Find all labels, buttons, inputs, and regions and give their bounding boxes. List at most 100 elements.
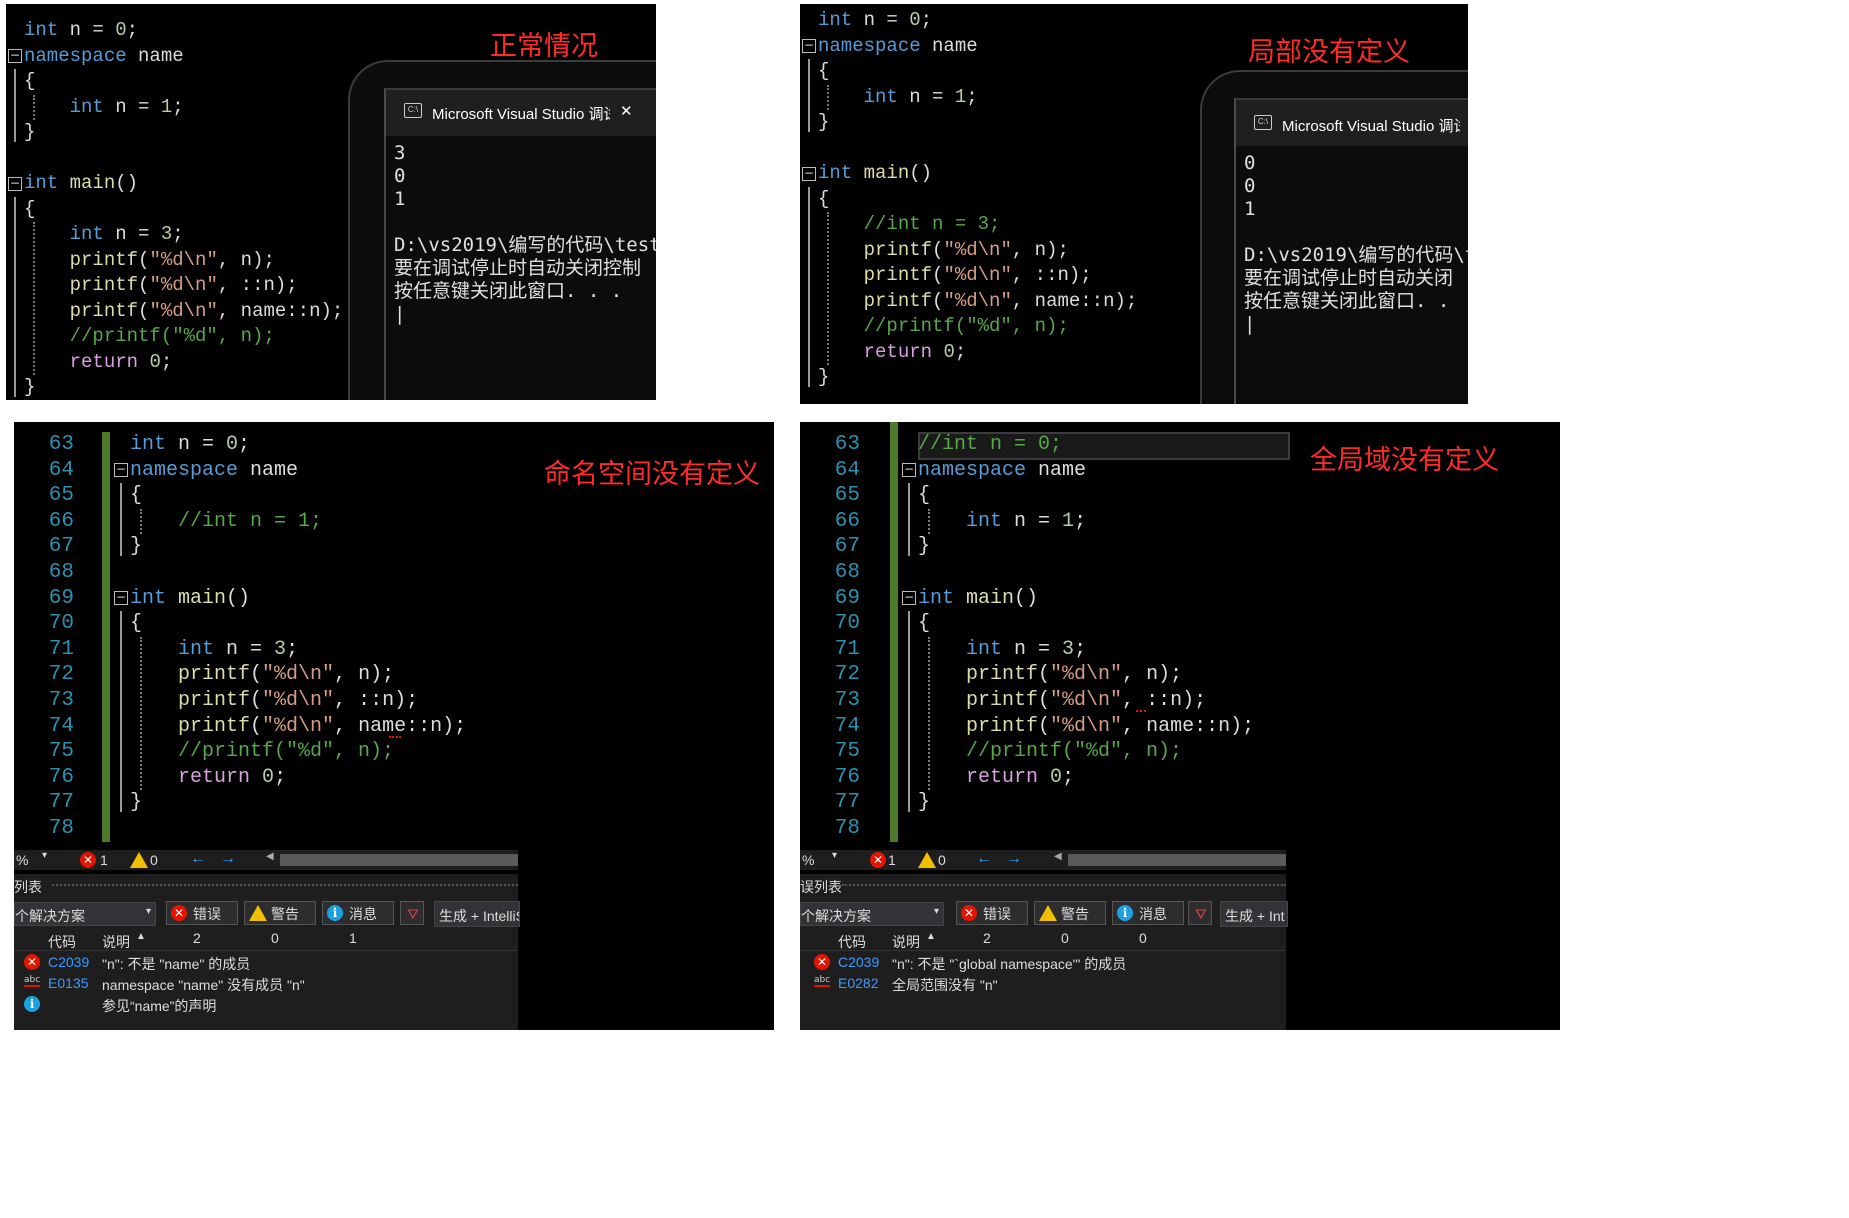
column-header-code[interactable]: 代码 bbox=[838, 932, 866, 952]
column-header-desc[interactable]: 说明 bbox=[892, 932, 920, 952]
code-line[interactable]: return 0; bbox=[818, 340, 967, 366]
code-line[interactable]: printf("%d\n", n); bbox=[818, 238, 1069, 264]
code-line[interactable]: int n = 3; bbox=[24, 222, 184, 248]
code-line[interactable]: namespace name bbox=[818, 34, 978, 60]
code-line[interactable]: int main() bbox=[818, 161, 932, 187]
horizontal-scrollbar[interactable] bbox=[280, 854, 518, 866]
code-line[interactable]: } bbox=[918, 790, 930, 816]
code-editor[interactable]: //int n = 0; namespace name{ int n = 1;} i… bbox=[900, 432, 1300, 842]
code-line[interactable]: namespace name bbox=[130, 458, 298, 484]
code-line[interactable]: //int n = 3; bbox=[818, 212, 1001, 238]
warnings-filter-button[interactable]: 警告 0 bbox=[244, 901, 316, 946]
code-line[interactable]: { bbox=[818, 59, 829, 85]
dropdown-icon[interactable]: ▾ bbox=[832, 850, 837, 861]
code-line[interactable]: int main() bbox=[130, 586, 250, 612]
collapse-toggle-icon[interactable]: − bbox=[902, 463, 916, 478]
code-line[interactable]: } bbox=[130, 790, 142, 816]
error-icon[interactable]: ✕ bbox=[80, 852, 96, 868]
column-header-desc[interactable]: 说明 bbox=[102, 932, 130, 952]
filter-toggle-button[interactable]: ⛛ bbox=[1188, 901, 1212, 925]
code-line[interactable]: { bbox=[818, 187, 829, 213]
code-line[interactable]: printf("%d\n", name::n); bbox=[130, 714, 466, 740]
error-row[interactable]: ✕ C2039 "n": 不是 "`global namespace'" 的成员 bbox=[800, 952, 1286, 973]
code-line[interactable]: { bbox=[130, 611, 142, 637]
code-line[interactable]: //printf("%d", n); bbox=[130, 739, 394, 765]
collapse-toggle-icon[interactable]: − bbox=[902, 591, 916, 606]
scroll-left-icon[interactable]: ◀ bbox=[1054, 851, 1062, 862]
error-code-link[interactable]: C2039 bbox=[838, 954, 879, 970]
scroll-left-icon[interactable]: ◀ bbox=[266, 851, 274, 862]
code-line[interactable]: } bbox=[918, 534, 930, 560]
code-editor[interactable]: int n = 0; namespace name{ //int n = 1;} i… bbox=[112, 432, 532, 842]
code-line[interactable]: int n = 1; bbox=[818, 85, 978, 111]
code-line[interactable]: //int n = 0; bbox=[918, 432, 1062, 458]
error-icon[interactable]: ✕ bbox=[870, 852, 886, 868]
console-tab[interactable]: C:\ Microsoft Visual Studio 调试控 ✕ bbox=[386, 90, 656, 136]
arrow-left-icon[interactable]: ← bbox=[976, 850, 992, 868]
column-header-code[interactable]: 代码 bbox=[48, 932, 76, 952]
code-line[interactable]: return 0; bbox=[130, 765, 286, 791]
collapse-toggle-icon[interactable]: − bbox=[8, 176, 22, 191]
code-line[interactable]: int n = 0; bbox=[24, 18, 138, 44]
collapse-toggle-icon[interactable]: − bbox=[8, 49, 22, 64]
scope-dropdown[interactable]: 个解决方案 ▾ bbox=[14, 902, 156, 926]
code-line[interactable]: int n = 3; bbox=[918, 637, 1086, 663]
error-count[interactable]: 1 bbox=[100, 852, 108, 868]
warning-icon[interactable] bbox=[918, 852, 936, 868]
warning-count[interactable]: 0 bbox=[938, 852, 946, 868]
errors-filter-button[interactable]: ✕ 错误 2 bbox=[956, 901, 1028, 946]
code-line[interactable]: printf("%d\n", n); bbox=[24, 248, 275, 274]
horizontal-scrollbar[interactable] bbox=[1068, 854, 1286, 866]
code-line[interactable]: printf("%d\n", ::n); bbox=[130, 688, 418, 714]
code-line[interactable]: return 0; bbox=[24, 350, 173, 376]
console-tab[interactable]: C:\ Microsoft Visual Studio 调试控 bbox=[1236, 100, 1468, 146]
code-line[interactable]: int n = 1; bbox=[24, 95, 184, 121]
code-line[interactable]: //printf("%d", n); bbox=[918, 739, 1182, 765]
collapse-toggle-icon[interactable]: − bbox=[114, 463, 128, 478]
messages-filter-button[interactable]: i 消息 1 bbox=[322, 901, 394, 946]
error-count[interactable]: 1 bbox=[888, 852, 896, 868]
errors-filter-button[interactable]: ✕ 错误 2 bbox=[166, 901, 238, 946]
code-line[interactable]: } bbox=[130, 534, 142, 560]
code-line[interactable]: int n = 0; bbox=[818, 8, 932, 34]
code-line[interactable]: namespace name bbox=[918, 458, 1086, 484]
code-line[interactable]: { bbox=[918, 483, 930, 509]
code-line[interactable]: printf("%d\n", n); bbox=[130, 662, 394, 688]
code-line[interactable]: } bbox=[24, 120, 35, 146]
code-line[interactable]: int n = 3; bbox=[130, 637, 298, 663]
error-row[interactable]: ✕ C2039 "n": 不是 "name" 的成员 bbox=[14, 952, 518, 973]
code-line[interactable]: printf("%d\n", ::n); bbox=[818, 263, 1092, 289]
messages-filter-button[interactable]: i 消息 0 bbox=[1112, 901, 1184, 946]
code-editor[interactable]: int n = 0; namespace name{ int n = 1;} int… bbox=[6, 18, 351, 398]
code-line[interactable]: { bbox=[24, 69, 35, 95]
code-line[interactable]: } bbox=[818, 365, 829, 391]
code-line[interactable]: { bbox=[130, 483, 142, 509]
warning-count[interactable]: 0 bbox=[150, 852, 158, 868]
scope-dropdown[interactable]: 个解决方案 ▾ bbox=[800, 902, 944, 926]
warnings-filter-button[interactable]: 警告 0 bbox=[1034, 901, 1106, 946]
dropdown-icon[interactable]: ▾ bbox=[42, 850, 47, 861]
code-line[interactable]: printf("%d\n", name::n); bbox=[918, 714, 1254, 740]
error-row[interactable]: i 参见“name”的声明 bbox=[14, 994, 518, 1015]
arrow-right-icon[interactable]: → bbox=[220, 850, 236, 868]
code-line[interactable]: //printf("%d", n); bbox=[24, 324, 275, 350]
code-line[interactable]: printf("%d\n", ::n); bbox=[24, 273, 298, 299]
code-editor[interactable]: int n = 0; namespace name{ int n = 1;} int… bbox=[800, 8, 1200, 398]
code-line[interactable]: int main() bbox=[918, 586, 1038, 612]
zoom-level[interactable]: % bbox=[16, 852, 28, 868]
error-code-link[interactable]: C2039 bbox=[48, 954, 89, 970]
build-scope-dropdown[interactable]: 生成 + IntelliS bbox=[434, 901, 520, 927]
collapse-toggle-icon[interactable]: − bbox=[802, 166, 816, 181]
code-line[interactable]: int n = 1; bbox=[918, 509, 1086, 535]
code-line[interactable]: } bbox=[24, 375, 35, 400]
code-line[interactable]: printf("%d\n", n); bbox=[918, 662, 1182, 688]
arrow-right-icon[interactable]: → bbox=[1006, 850, 1022, 868]
code-line[interactable]: { bbox=[24, 197, 35, 223]
code-line[interactable]: return 0; bbox=[918, 765, 1074, 791]
code-line[interactable]: //int n = 1; bbox=[130, 509, 322, 535]
code-line[interactable]: int n = 0; bbox=[130, 432, 250, 458]
code-line[interactable]: int main() bbox=[24, 171, 138, 197]
error-row[interactable]: abc E0135 namespace "name" 没有成员 "n" bbox=[14, 973, 518, 994]
code-line[interactable]: { bbox=[918, 611, 930, 637]
filter-toggle-button[interactable]: ⛛ bbox=[400, 901, 424, 925]
